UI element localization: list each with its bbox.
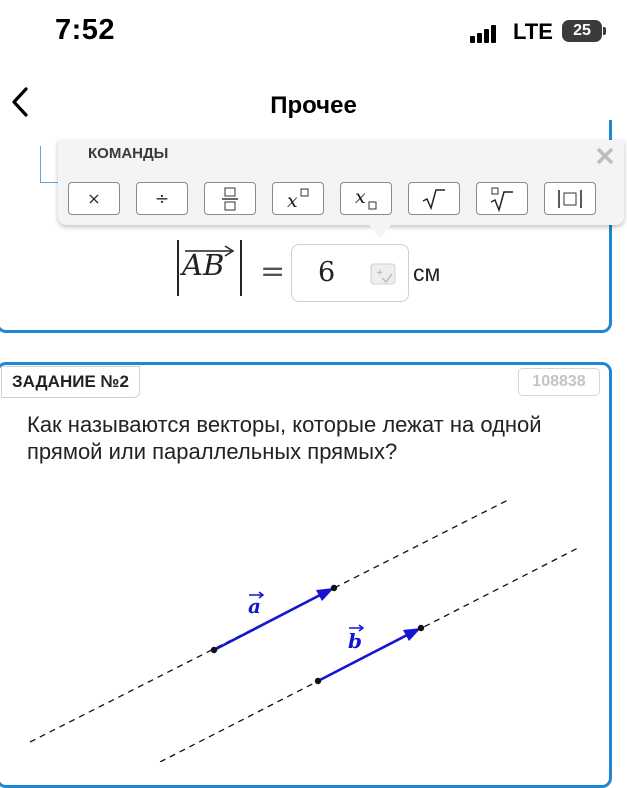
battery-icon: 25 [562, 20, 602, 42]
task-label: ЗАДАНИЕ №2 [1, 366, 140, 398]
task-id-badge[interactable]: 108838 [518, 368, 600, 396]
nth-root-icon [490, 187, 513, 212]
vector-b-label-group: b [348, 624, 365, 653]
vector-b-arrowhead [403, 628, 421, 641]
network-type: LTE [513, 19, 553, 44]
divide-icon: ÷ [154, 188, 170, 209]
vector-b-end-point [417, 624, 425, 632]
vector-b-line [317, 631, 412, 683]
vectors-figure: a b [29, 499, 579, 762]
divide-button[interactable]: ÷ [136, 182, 188, 215]
superscript-icon: x [287, 188, 309, 211]
signal-icon [470, 25, 500, 43]
vector-name: AB [182, 248, 225, 282]
vector-b-start-point [314, 677, 322, 685]
fraction-button[interactable] [204, 182, 256, 215]
status-time: 7:52 [55, 14, 116, 46]
answer-value: 6 [318, 257, 336, 288]
popup-pointer [368, 224, 392, 238]
answer-input[interactable]: 6 + [291, 244, 409, 302]
subscript-button[interactable]: x [340, 182, 392, 215]
status-bar: 7:52 LTE 25 [0, 0, 627, 62]
battery-tip [603, 27, 606, 35]
svg-text:x: x [287, 190, 298, 211]
page-title: Прочее [270, 92, 357, 119]
vector-a-end-point [330, 584, 338, 592]
vector-a-start-point [210, 646, 218, 654]
times-icon: × [87, 189, 101, 208]
abs-bar-left [177, 240, 179, 296]
commands-popup: КОМАНДЫ × ÷ x x [58, 140, 624, 225]
nth-root-button[interactable] [476, 182, 528, 215]
unit-label: см [413, 260, 441, 286]
vector-a-line [213, 591, 325, 652]
superscript-button[interactable]: x [272, 182, 324, 215]
fraction-icon [222, 187, 238, 210]
popup-title: КОМАНДЫ [88, 145, 169, 162]
close-icon [596, 147, 614, 165]
close-button[interactable] [596, 140, 614, 172]
vector-a-arrowhead [316, 588, 334, 601]
vector-b-label: b [348, 629, 362, 653]
square-root-icon [422, 188, 445, 210]
subscript-icon: x [355, 186, 377, 209]
times-button[interactable]: × [68, 182, 120, 215]
absolute-value-button[interactable] [544, 182, 596, 215]
square-root-button[interactable] [408, 182, 460, 215]
keyboard-toggle-icon[interactable]: + [370, 263, 396, 285]
equals-sign: = [260, 254, 286, 289]
question-text: Как называются векторы, которые лежат на… [27, 412, 542, 464]
svg-text:+: + [376, 268, 384, 278]
svg-text:x: x [355, 186, 366, 208]
abs-bar-right [240, 240, 242, 296]
absolute-value-icon [558, 189, 582, 208]
vector-a-label-group: a [248, 591, 265, 618]
